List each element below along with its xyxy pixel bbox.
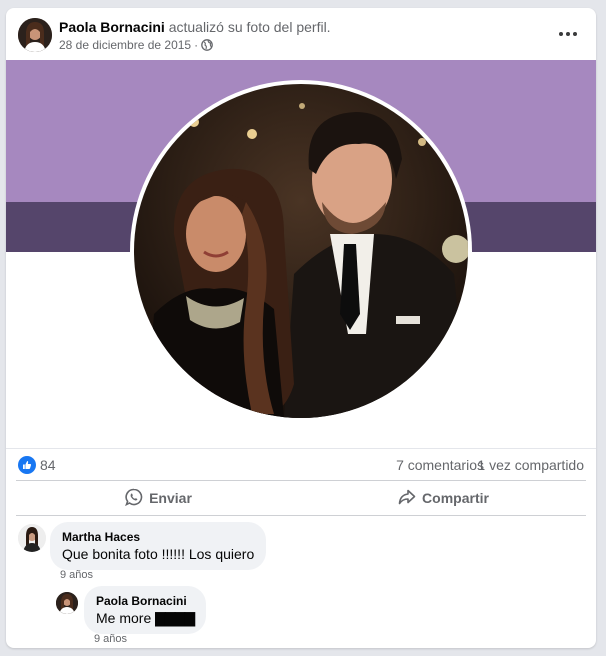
post-actions-bar: Enviar Compartir	[16, 480, 586, 516]
comment-reply: Paola Bornacini Me more ▇▇▇▇ 9 años	[6, 582, 596, 648]
more-dot	[573, 32, 577, 36]
comment-author-link[interactable]: Martha Haces	[62, 529, 254, 545]
share-button[interactable]: Compartir	[301, 481, 586, 515]
comments-count[interactable]: 7 comentarios	[396, 457, 484, 473]
post-action-text: actualizó su foto del perfil.	[168, 19, 331, 35]
comment-text: Que bonita foto !!!!!! Los quiero	[62, 546, 255, 562]
profile-picture-frame	[130, 80, 472, 422]
post-photo-area[interactable]	[6, 60, 596, 448]
commenter-avatar[interactable]	[56, 592, 78, 614]
post-author-link[interactable]: Paola Bornacini	[59, 19, 165, 35]
more-options-icon[interactable]	[556, 24, 580, 44]
more-dot	[566, 32, 570, 36]
meta-separator: ·	[194, 38, 199, 52]
more-dot	[559, 32, 563, 36]
send-button[interactable]: Enviar	[16, 481, 301, 515]
comment-bubble: Paola Bornacini Me more ▇▇▇▇	[84, 586, 207, 634]
comment-text-glyphs: ▇▇▇▇	[155, 610, 195, 626]
comment-timestamp[interactable]: 9 años	[94, 633, 127, 645]
share-arrow-icon	[398, 488, 422, 509]
post-header: Paola Bornacini actualizó su foto del pe…	[6, 8, 596, 60]
like-icon[interactable]	[18, 456, 36, 474]
post-card: Paola Bornacini actualizó su foto del pe…	[6, 8, 596, 648]
comment: Martha Haces Que bonita foto !!!!!! Los …	[6, 516, 596, 590]
comment-text-prefix: Me more	[96, 610, 152, 626]
whatsapp-icon	[125, 488, 149, 509]
post-date[interactable]: 28 de diciembre de 2015	[59, 38, 191, 52]
comment-timestamp[interactable]: 9 años	[60, 569, 93, 581]
share-label: Compartir	[422, 490, 489, 506]
send-label: Enviar	[149, 490, 192, 506]
author-avatar[interactable]	[18, 18, 52, 52]
reaction-count[interactable]: 84	[40, 457, 56, 473]
post-title-line: Paola Bornacini actualizó su foto del pe…	[59, 19, 331, 35]
comment-author-link[interactable]: Paola Bornacini	[96, 593, 194, 609]
profile-picture	[134, 84, 468, 418]
comment-bubble: Martha Haces Que bonita foto !!!!!! Los …	[50, 522, 267, 570]
post-stats: 84 7 comentarios 1 vez compartido	[6, 448, 596, 480]
globe-icon[interactable]	[201, 39, 213, 51]
shares-count[interactable]: 1 vez compartido	[477, 457, 584, 473]
post-meta: 28 de diciembre de 2015 ·	[59, 38, 213, 52]
comment-text: Me more ▇▇▇▇	[96, 609, 195, 627]
commenter-avatar[interactable]	[18, 524, 46, 552]
